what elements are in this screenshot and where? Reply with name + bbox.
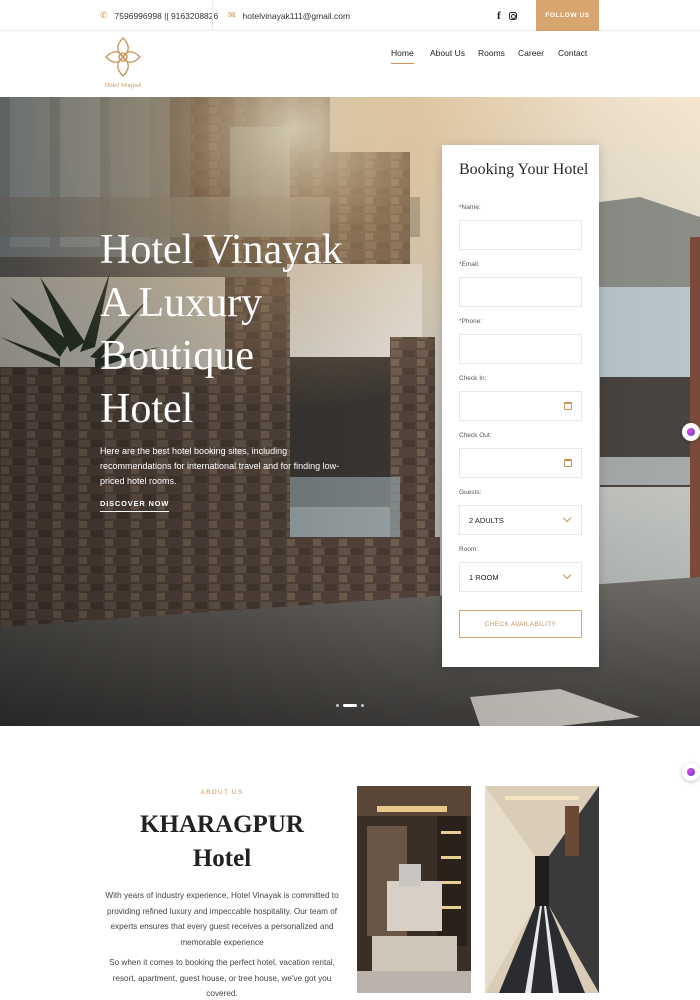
about-title-line: Hotel <box>192 845 252 872</box>
chevron-down-icon <box>562 570 572 580</box>
about-paragraph: So when it comes to booking the perfect … <box>109 958 335 998</box>
nav-about-us[interactable]: About Us <box>430 48 465 58</box>
name-label: *Name: <box>459 204 481 211</box>
about-eyebrow: ABOUT US <box>200 789 244 796</box>
check-out-label: Check Out: <box>459 432 492 439</box>
hallway-photo <box>485 786 599 993</box>
room-value: 1 ROOM <box>469 572 499 582</box>
facebook-icon[interactable]: f <box>497 10 501 22</box>
check-out-field[interactable] <box>459 448 582 478</box>
email-field[interactable] <box>459 277 582 307</box>
logo-emblem-icon <box>105 37 141 77</box>
contact-phone[interactable]: ✆ 7596996998 || 9163208826 <box>100 0 218 31</box>
email-label: *Email: <box>459 261 480 268</box>
phone-numbers[interactable]: 7596996998 || 9163208826 <box>115 11 219 21</box>
about-title-line: KHARAGPUR <box>140 811 304 838</box>
room-label: Room: <box>459 546 479 553</box>
assistant-widget-icon[interactable] <box>682 423 700 441</box>
slider-dot-active[interactable] <box>343 704 357 707</box>
nav-career[interactable]: Career <box>518 48 544 58</box>
slider-dot[interactable] <box>336 704 339 707</box>
booking-form: Booking Your Hotel *Name: *Email: *Phone… <box>442 145 599 667</box>
instagram-icon[interactable] <box>508 11 517 20</box>
about-title: KHARAGPUR Hotel <box>100 808 344 876</box>
hero-title-line: Hotel <box>100 386 194 432</box>
hero-title: Hotel Vinayak A Luxury Boutique Hotel <box>100 224 360 436</box>
email-address[interactable]: hotelvinayak111@gmail.com <box>243 11 351 21</box>
guests-select[interactable]: 2 ADULTS <box>459 505 582 535</box>
hero-subtitle: Here are the best hotel booking sites, i… <box>100 446 340 486</box>
phone-field[interactable] <box>459 334 582 364</box>
hero-title-line: Hotel Vinayak <box>100 227 343 273</box>
room-interior-image <box>357 786 471 993</box>
logo-text: Hotel Vinayak <box>104 82 142 89</box>
nav-contact[interactable]: Contact <box>558 48 587 58</box>
booking-title: Booking Your Hotel <box>459 161 589 178</box>
nav-home[interactable]: Home <box>391 48 414 64</box>
assistant-widget-icon[interactable] <box>682 763 700 781</box>
name-field[interactable] <box>459 220 582 250</box>
mail-icon: ✉ <box>228 10 236 20</box>
room-select[interactable]: 1 ROOM <box>459 562 582 592</box>
slider-pagination <box>336 704 364 707</box>
hallway-image <box>485 786 599 993</box>
calendar-icon[interactable] <box>564 459 572 467</box>
hero-title-line: Boutique <box>100 333 254 379</box>
topbar-divider <box>212 0 213 31</box>
chevron-down-icon <box>562 513 572 523</box>
slider-dot[interactable] <box>361 704 364 707</box>
guests-label: Guests: <box>459 489 482 496</box>
phone-label: *Phone: <box>459 318 483 325</box>
hero-title-line: A Luxury <box>100 280 263 326</box>
discover-now-button[interactable]: DISCOVER NOW <box>100 499 170 512</box>
top-bar: ✆ 7596996998 || 9163208826 ✉ hotelvinaya… <box>0 0 700 31</box>
hotel-logo[interactable]: Hotel Vinayak <box>100 34 146 96</box>
social-links: f <box>497 0 517 31</box>
room-photo <box>357 786 471 993</box>
follow-us-button[interactable]: FOLLOW US <box>536 0 599 31</box>
guests-value: 2 ADULTS <box>469 515 504 525</box>
contact-email[interactable]: ✉ hotelvinayak111@gmail.com <box>228 0 350 31</box>
check-in-field[interactable] <box>459 391 582 421</box>
about-paragraph: With years of industry experience, Hotel… <box>105 891 339 947</box>
nav-rooms[interactable]: Rooms <box>478 48 505 58</box>
phone-icon: ✆ <box>100 10 108 20</box>
check-in-label: Check In: <box>459 375 487 382</box>
calendar-icon[interactable] <box>564 402 572 410</box>
check-availability-button[interactable]: CHECK AVAILABILITY <box>459 610 582 638</box>
